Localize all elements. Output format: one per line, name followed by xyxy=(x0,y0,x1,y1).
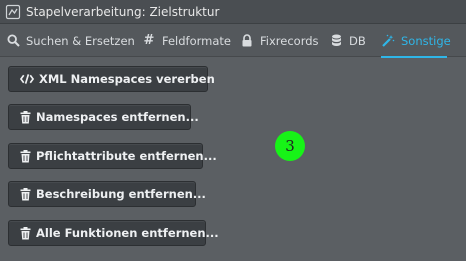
app-window-icon xyxy=(5,4,21,20)
button-label: Namespaces entfernen... xyxy=(36,110,199,124)
hash-icon: # xyxy=(143,33,155,48)
button-label: Beschreibung entfernen... xyxy=(36,187,206,201)
tab-label: Fixrecords xyxy=(260,33,319,48)
step-marker: 3 xyxy=(275,131,305,161)
remove-namespaces-button[interactable]: Namespaces entfernen... xyxy=(8,104,199,130)
tab-sonstige[interactable]: Sonstige xyxy=(381,24,451,58)
button-label: Alle Funktionen entfernen... xyxy=(36,226,219,240)
tab-label: DB xyxy=(349,33,366,48)
xml-namespaces-inherit-button[interactable]: XML Namespaces vererben xyxy=(8,66,215,92)
tab-db[interactable]: DB xyxy=(329,24,366,57)
tab-label: Feldformate xyxy=(162,33,231,48)
step-number: 3 xyxy=(285,137,295,155)
tab-fixrecords[interactable]: Fixrecords xyxy=(240,24,319,57)
remove-description-button[interactable]: Beschreibung entfernen... xyxy=(8,181,206,207)
button-label: XML Namespaces vererben xyxy=(39,72,215,86)
tab-feldformate[interactable]: # Feldformate xyxy=(142,24,231,57)
search-icon xyxy=(6,34,20,48)
remove-required-attributes-button[interactable]: Pflichtattribute entfernen... xyxy=(8,143,217,169)
trash-icon xyxy=(20,187,31,201)
code-icon xyxy=(20,72,34,86)
trash-icon xyxy=(20,149,31,163)
tab-label: Suchen & Ersetzen xyxy=(26,33,135,48)
trash-icon xyxy=(20,226,31,240)
button-label: Pflichtattribute entfernen... xyxy=(36,149,217,163)
tab-label: Sonstige xyxy=(401,33,451,48)
remove-all-functions-button[interactable]: Alle Funktionen entfernen... xyxy=(8,220,219,246)
magic-wand-icon xyxy=(381,34,395,48)
database-icon xyxy=(329,34,343,48)
window-title: Stapelverarbeitung: Zielstruktur xyxy=(26,4,220,19)
trash-icon xyxy=(20,110,31,124)
lock-icon xyxy=(240,34,254,48)
tab-bar: Suchen & Ersetzen # Feldformate Fixrecor… xyxy=(0,24,466,58)
window-titlebar: Stapelverarbeitung: Zielstruktur xyxy=(0,0,466,24)
tab-suchen-ersetzen[interactable]: Suchen & Ersetzen xyxy=(6,24,135,57)
